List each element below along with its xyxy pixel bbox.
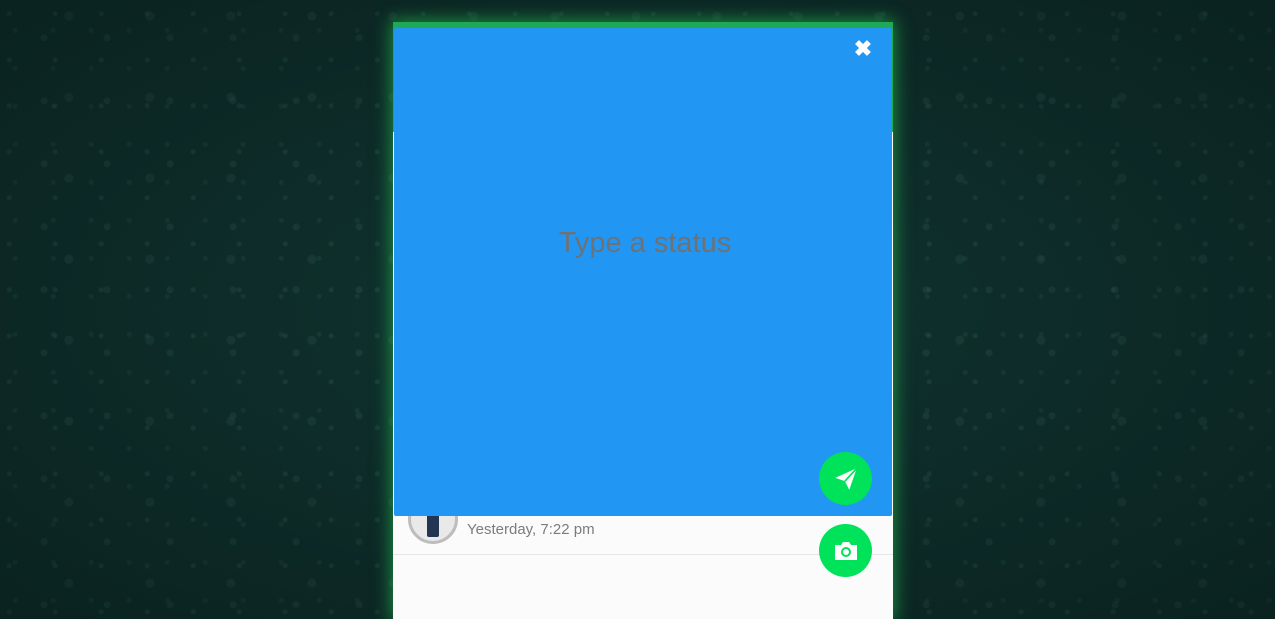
camera-icon: [834, 541, 857, 560]
status-timestamp: Yesterday, 7:22 pm: [467, 521, 595, 538]
status-text-input[interactable]: [394, 226, 896, 261]
close-icon[interactable]: ✖: [852, 38, 874, 60]
text-status-composer: ✖: [394, 28, 896, 516]
camera-button[interactable]: [819, 524, 872, 577]
paper-plane-icon: [834, 467, 857, 490]
send-status-button[interactable]: [819, 452, 872, 505]
